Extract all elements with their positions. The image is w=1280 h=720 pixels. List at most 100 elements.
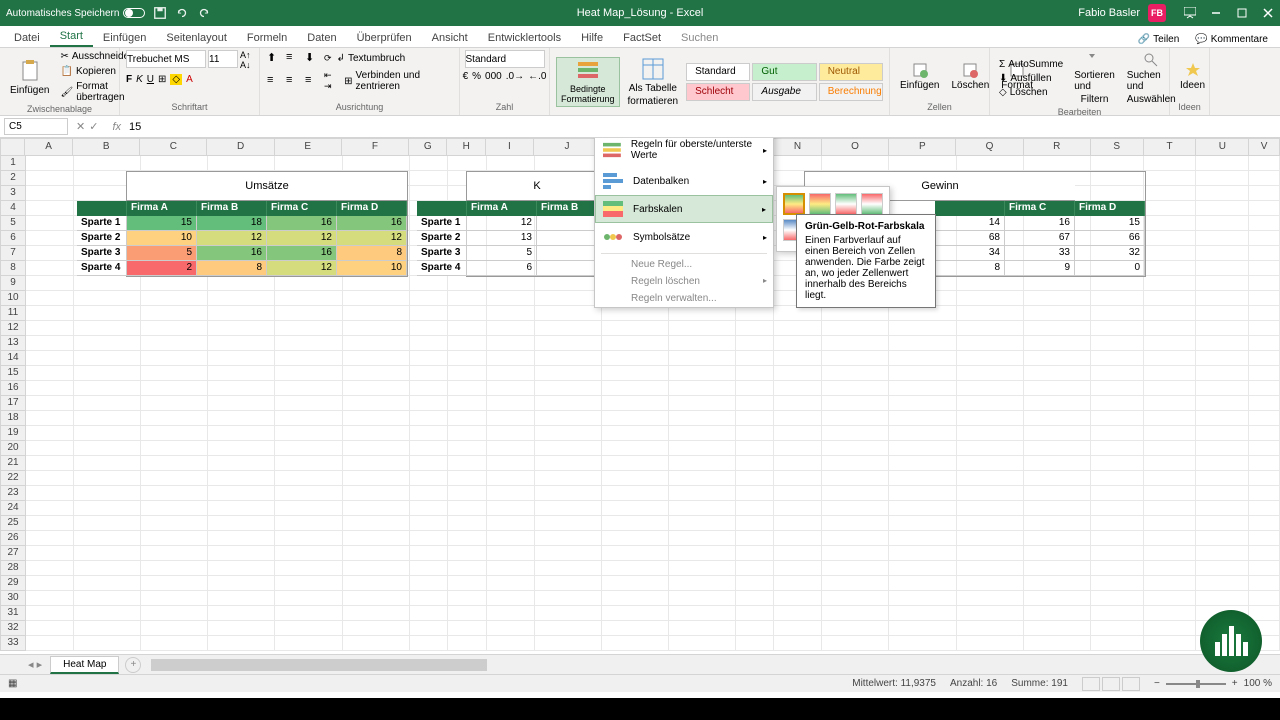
autosave-toggle[interactable]: Automatisches Speichern bbox=[6, 8, 145, 19]
align-middle-button[interactable]: ≡ bbox=[285, 50, 303, 66]
number-format-select[interactable] bbox=[465, 50, 545, 68]
share-button[interactable]: 🔗 Teilen bbox=[1132, 32, 1186, 47]
font-size-select[interactable] bbox=[208, 50, 238, 68]
zoom-out-button[interactable]: − bbox=[1154, 678, 1160, 689]
close-icon[interactable] bbox=[1262, 7, 1274, 19]
tab-daten[interactable]: Daten bbox=[297, 29, 346, 47]
view-normal-button[interactable] bbox=[1082, 677, 1100, 691]
row-header[interactable]: 8 bbox=[0, 261, 26, 276]
view-page-layout-button[interactable] bbox=[1102, 677, 1120, 691]
style-neutral[interactable]: Neutral bbox=[819, 63, 883, 81]
user-avatar[interactable]: FB bbox=[1148, 4, 1166, 22]
menu-icon-sets[interactable]: Symbolsätze▸ bbox=[595, 223, 773, 251]
style-standard[interactable]: Standard bbox=[686, 63, 750, 81]
row-header[interactable]: 20 bbox=[0, 441, 26, 456]
delete-cells-button[interactable]: Löschen bbox=[947, 60, 993, 93]
style-schlecht[interactable]: Schlecht bbox=[686, 83, 750, 101]
sort-filter-button[interactable]: Sortieren undFiltern bbox=[1070, 50, 1119, 107]
column-header[interactable]: H bbox=[447, 138, 485, 156]
row-header[interactable]: 1 bbox=[0, 156, 26, 171]
comments-button[interactable]: 💬 Kommentare bbox=[1189, 32, 1274, 47]
row-header[interactable]: 23 bbox=[0, 486, 26, 501]
maximize-icon[interactable] bbox=[1236, 7, 1248, 19]
tab-seitenlayout[interactable]: Seitenlayout bbox=[156, 29, 237, 47]
ribbon-collapse-icon[interactable] bbox=[1184, 7, 1196, 19]
insert-cells-button[interactable]: Einfügen bbox=[896, 60, 943, 93]
scale-red-yellow-green[interactable] bbox=[809, 193, 831, 215]
wrap-text-button[interactable]: ↲ Textumbruch bbox=[334, 52, 409, 65]
underline-button[interactable]: U bbox=[147, 74, 154, 85]
column-header[interactable]: B bbox=[73, 138, 140, 156]
column-header[interactable]: P bbox=[889, 138, 956, 156]
row-header[interactable]: 33 bbox=[0, 636, 26, 651]
increase-decimal-button[interactable]: .0→ bbox=[506, 71, 524, 82]
row-header[interactable]: 19 bbox=[0, 426, 26, 441]
row-header[interactable]: 17 bbox=[0, 396, 26, 411]
format-as-table-button[interactable]: Als Tabelle formatieren bbox=[624, 55, 683, 109]
column-header[interactable]: E bbox=[275, 138, 342, 156]
redo-icon[interactable] bbox=[197, 6, 211, 20]
cancel-formula-icon[interactable]: ✕ bbox=[76, 120, 85, 133]
row-header[interactable]: 28 bbox=[0, 561, 26, 576]
menu-top-bottom-rules[interactable]: Regeln für oberste/unterste Werte▸ bbox=[595, 138, 773, 167]
column-header[interactable]: O bbox=[822, 138, 889, 156]
row-header[interactable]: 9 bbox=[0, 276, 26, 291]
clear-button[interactable]: ◇ Löschen bbox=[996, 86, 1066, 99]
align-bottom-button[interactable]: ⬇ bbox=[304, 50, 322, 66]
spreadsheet-grid[interactable]: ABCDEFGHIJKLMNOPQRSTUV 12345678910111213… bbox=[0, 138, 1280, 654]
fx-icon[interactable]: fx bbox=[106, 121, 127, 133]
zoom-level[interactable]: 100 % bbox=[1244, 678, 1272, 689]
select-all-corner[interactable] bbox=[0, 138, 25, 156]
scale-green-yellow-red[interactable] bbox=[783, 193, 805, 215]
fill-color-button[interactable]: ◇ bbox=[170, 74, 182, 85]
italic-button[interactable]: K bbox=[136, 74, 143, 85]
column-header[interactable]: R bbox=[1024, 138, 1091, 156]
row-header[interactable]: 11 bbox=[0, 306, 26, 321]
paste-button[interactable]: Einfügen bbox=[6, 57, 53, 98]
tab-einfuegen[interactable]: Einfügen bbox=[93, 29, 156, 47]
bold-button[interactable]: F bbox=[126, 74, 132, 85]
row-header[interactable]: 21 bbox=[0, 456, 26, 471]
thousands-button[interactable]: 000 bbox=[485, 71, 502, 82]
row-header[interactable]: 12 bbox=[0, 321, 26, 336]
column-header[interactable]: F bbox=[342, 138, 409, 156]
column-header[interactable]: S bbox=[1091, 138, 1144, 156]
name-box[interactable] bbox=[4, 118, 68, 135]
row-header[interactable]: 25 bbox=[0, 516, 26, 531]
sheet-tab-heatmap[interactable]: Heat Map bbox=[50, 656, 119, 674]
autosum-button[interactable]: Σ AutoSumme bbox=[996, 58, 1066, 71]
column-header[interactable]: A bbox=[25, 138, 73, 156]
row-header[interactable]: 18 bbox=[0, 411, 26, 426]
row-header[interactable]: 2 bbox=[0, 171, 26, 186]
row-header[interactable]: 15 bbox=[0, 366, 26, 381]
undo-icon[interactable] bbox=[175, 6, 189, 20]
row-header[interactable]: 22 bbox=[0, 471, 26, 486]
border-button[interactable]: ⊞ bbox=[158, 74, 166, 85]
row-header[interactable]: 24 bbox=[0, 501, 26, 516]
row-header[interactable]: 31 bbox=[0, 606, 26, 621]
column-header[interactable]: J bbox=[534, 138, 601, 156]
tab-start[interactable]: Start bbox=[50, 27, 93, 47]
row-header[interactable]: 4 bbox=[0, 201, 26, 216]
menu-color-scales[interactable]: Farbskalen▸ bbox=[595, 195, 773, 223]
zoom-slider[interactable] bbox=[1166, 683, 1226, 685]
menu-data-bars[interactable]: Datenbalken▸ bbox=[595, 167, 773, 195]
menu-new-rule[interactable]: Neue Regel... bbox=[595, 256, 773, 273]
column-header[interactable]: U bbox=[1196, 138, 1249, 156]
style-berechnung[interactable]: Berechnung bbox=[819, 83, 883, 101]
row-header[interactable]: 30 bbox=[0, 591, 26, 606]
column-header[interactable]: N bbox=[774, 138, 822, 156]
font-color-button[interactable]: A bbox=[186, 74, 193, 85]
column-header[interactable]: V bbox=[1249, 138, 1280, 156]
tab-ansicht[interactable]: Ansicht bbox=[422, 29, 478, 47]
row-header[interactable]: 6 bbox=[0, 231, 26, 246]
column-header[interactable]: I bbox=[486, 138, 534, 156]
minimize-icon[interactable] bbox=[1210, 7, 1222, 19]
save-icon[interactable] bbox=[153, 6, 167, 20]
tab-factset[interactable]: FactSet bbox=[613, 29, 671, 47]
font-name-select[interactable] bbox=[126, 50, 206, 68]
merge-button[interactable]: ⊞ Verbinden und zentrieren bbox=[341, 69, 453, 93]
row-header[interactable]: 29 bbox=[0, 576, 26, 591]
row-header[interactable]: 27 bbox=[0, 546, 26, 561]
align-top-button[interactable]: ⬆ bbox=[266, 50, 284, 66]
